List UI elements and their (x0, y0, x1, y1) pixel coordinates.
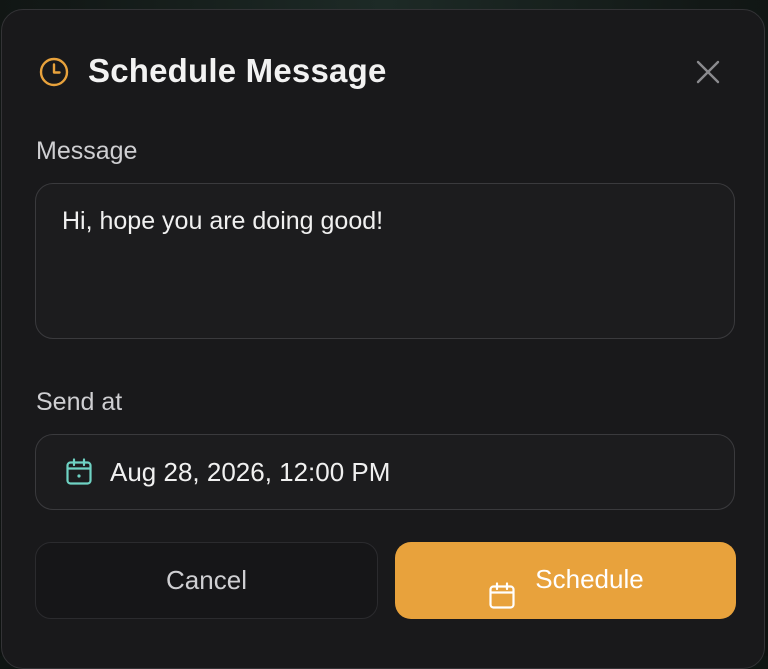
schedule-button[interactable]: Schedule (395, 542, 736, 619)
dialog-header: Schedule Message (2, 10, 764, 134)
message-text: Hi, hope you are doing good! (62, 207, 384, 235)
cancel-button[interactable]: Cancel (35, 542, 378, 619)
clock-icon (38, 56, 70, 88)
dialog-title: Schedule Message (88, 52, 387, 89)
message-textarea[interactable]: Hi, hope you are doing good! (35, 183, 735, 339)
cancel-button-label: Cancel (166, 565, 247, 595)
send-at-value: Aug 28, 2026, 12:00 PM (110, 457, 391, 487)
close-icon[interactable] (692, 56, 724, 88)
send-at-label: Send at (36, 388, 123, 416)
schedule-message-dialog: Schedule Message Message Hi, hope you ar… (1, 9, 765, 669)
send-at-datetime-field[interactable]: Aug 28, 2026, 12:00 PM (35, 434, 735, 510)
calendar-icon (64, 457, 94, 487)
schedule-button-label: Schedule (535, 564, 644, 594)
message-label: Message (36, 137, 138, 165)
calendar-icon (487, 565, 517, 609)
